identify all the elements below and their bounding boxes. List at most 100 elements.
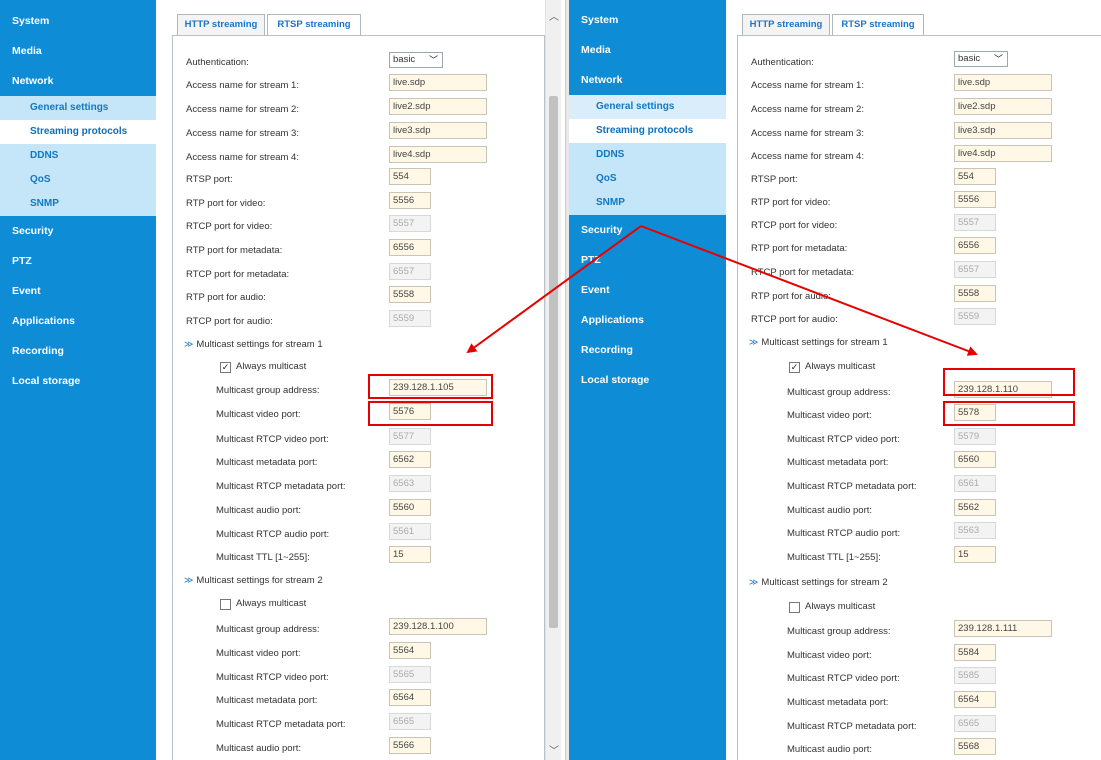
meta-s2-label: Multicast metadata port: [216,695,318,706]
rtcp-meta-input: 6557 [389,263,431,280]
auth-select[interactable]: basic ﹀ [389,52,443,68]
left-scroll-thumb[interactable] [549,96,558,628]
nav-network[interactable]: Network [569,65,726,95]
mc-s2-toggle[interactable]: ≫ Multicast settings for stream 2 [184,575,323,586]
video-s2-input[interactable]: 5584 [954,644,996,661]
highlight-box-right-group [943,368,1075,396]
tab-rtsp-streaming[interactable]: RTSP streaming [832,14,924,36]
nav-general-settings[interactable]: General settings [0,96,156,120]
nav-network[interactable]: Network [0,66,156,96]
chevron-down-icon: ﹀ [428,55,438,65]
rtp-meta-input[interactable]: 6556 [389,239,431,256]
nav-local-storage[interactable]: Local storage [0,366,156,396]
rtp-video-input[interactable]: 5556 [954,191,996,208]
access1-input[interactable]: live.sdp [389,74,487,91]
access3-label: Access name for stream 3: [186,128,299,139]
nav-recording[interactable]: Recording [569,335,726,365]
ttl-s1-input[interactable]: 15 [389,546,431,563]
mc-s1-toggle[interactable]: ≫ Multicast settings for stream 1 [749,337,888,348]
tab-http-streaming[interactable]: HTTP streaming [177,14,265,36]
meta-s2-input[interactable]: 6564 [389,689,431,706]
access4-label: Access name for stream 4: [186,152,299,163]
meta-s1-input[interactable]: 6560 [954,451,996,468]
rtp-meta-input[interactable]: 6556 [954,237,996,254]
access4-input[interactable]: live4.sdp [954,145,1052,162]
group-s2-input[interactable]: 239.128.1.111 [954,620,1052,637]
nav-system[interactable]: System [0,6,156,36]
nav-applications[interactable]: Applications [569,305,726,335]
nav-ptz[interactable]: PTZ [569,245,726,275]
rtcp-audio-label: RTCP port for audio: [186,316,273,327]
rtsp-port-input[interactable]: 554 [954,168,996,185]
audio-s2-input[interactable]: 5568 [954,738,996,755]
nav-snmp[interactable]: SNMP [0,192,156,216]
rtcp-audio-input: 5559 [389,310,431,327]
group-s2-label: Multicast group address: [787,626,891,637]
nav-security[interactable]: Security [569,215,726,245]
rtcpm-s2-input: 6565 [389,713,431,730]
nav-security[interactable]: Security [0,216,156,246]
nav-event[interactable]: Event [569,275,726,305]
nav-streaming-protocols[interactable]: Streaming protocols [0,120,156,144]
auth-value: basic [958,53,981,64]
mc-s2-toggle[interactable]: ≫ Multicast settings for stream 2 [749,577,888,588]
always-multicast-s1-checkbox[interactable]: ✓ [220,362,231,373]
ttl-s1-input[interactable]: 15 [954,546,996,563]
chevron-down-icon[interactable]: ﹀ [549,742,559,757]
nav-media[interactable]: Media [0,36,156,66]
audio-s2-input[interactable]: 5566 [389,737,431,754]
nav-applications[interactable]: Applications [0,306,156,336]
group-s2-input[interactable]: 239.128.1.100 [389,618,487,635]
auth-select[interactable]: basic ﹀ [954,51,1008,67]
meta-s1-input[interactable]: 6562 [389,451,431,468]
video-s2-input[interactable]: 5564 [389,642,431,659]
access2-input[interactable]: live2.sdp [389,98,487,115]
left-scrollbar[interactable]: ︿ ﹀ [545,0,561,760]
nav-event[interactable]: Event [0,276,156,306]
rtsp-port-input[interactable]: 554 [389,168,431,185]
rtp-audio-input[interactable]: 5558 [389,286,431,303]
nav-qos[interactable]: QoS [0,168,156,192]
chevron-up-icon[interactable]: ︿ [549,8,559,23]
access3-input[interactable]: live3.sdp [954,122,1052,139]
tab-rtsp-streaming[interactable]: RTSP streaming [267,14,361,36]
rtcpv-s2-label: Multicast RTCP video port: [787,673,900,684]
always-multicast-s2-checkbox[interactable] [220,599,231,610]
rtcpv-s1-input: 5577 [389,428,431,445]
nav-media[interactable]: Media [569,35,726,65]
rtp-audio-label: RTP port for audio: [186,292,266,303]
nav-ddns[interactable]: DDNS [0,144,156,168]
audio-s1-input[interactable]: 5562 [954,499,996,516]
audio-s1-input[interactable]: 5560 [389,499,431,516]
double-chevron-down-icon: ≫ [749,337,759,347]
rtcpa-s1-input: 5561 [389,523,431,540]
nav-local-storage[interactable]: Local storage [569,365,726,395]
auth-label: Authentication: [186,57,249,68]
access2-input[interactable]: live2.sdp [954,98,1052,115]
rtcpa-s1-label: Multicast RTCP audio port: [216,529,330,540]
always-multicast-s1-checkbox[interactable]: ✓ [789,362,800,373]
always-multicast-s2-checkbox[interactable] [789,602,800,613]
group-s1-label: Multicast group address: [216,385,320,396]
nav-qos[interactable]: QoS [569,167,726,191]
nav-snmp[interactable]: SNMP [569,191,726,215]
access3-input[interactable]: live3.sdp [389,122,487,139]
access1-input[interactable]: live.sdp [954,74,1052,91]
tab-http-streaming[interactable]: HTTP streaming [742,14,830,36]
meta-s2-input[interactable]: 6564 [954,691,996,708]
rtcpm-s1-label: Multicast RTCP metadata port: [787,481,917,492]
rtcpv-s2-input: 5585 [954,667,996,684]
nav-recording[interactable]: Recording [0,336,156,366]
rtcp-meta-label: RTCP port for metadata: [186,269,290,280]
nav-streaming-protocols[interactable]: Streaming protocols [569,119,726,143]
group-s2-label: Multicast group address: [216,624,320,635]
rtp-audio-input[interactable]: 5558 [954,285,996,302]
nav-general-settings[interactable]: General settings [569,95,726,119]
rtp-video-input[interactable]: 5556 [389,192,431,209]
nav-ptz[interactable]: PTZ [0,246,156,276]
auth-value: basic [393,54,416,65]
mc-s1-toggle[interactable]: ≫ Multicast settings for stream 1 [184,339,323,350]
nav-ddns[interactable]: DDNS [569,143,726,167]
nav-system[interactable]: System [569,5,726,35]
access4-input[interactable]: live4.sdp [389,146,487,163]
